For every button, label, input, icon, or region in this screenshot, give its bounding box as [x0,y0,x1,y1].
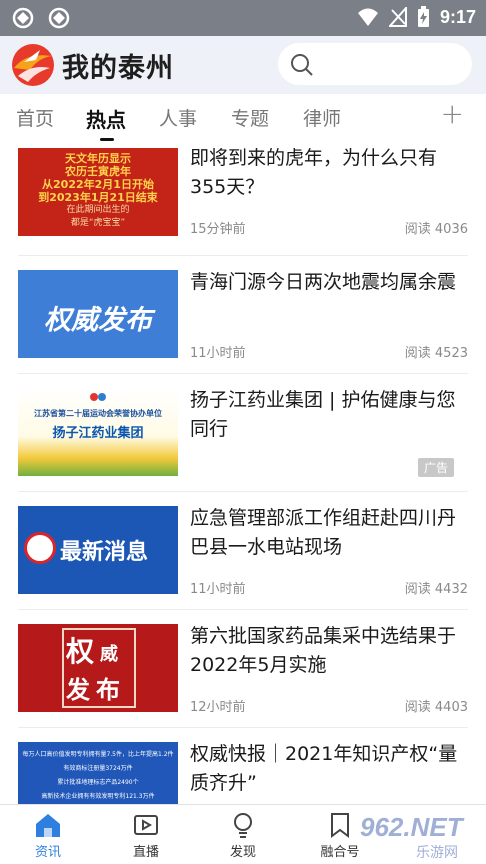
news-item[interactable]: 每万人口高价值发明专利拥有量7.5件，比上年提高1.2件 有效商标注册量3724… [18,728,468,804]
battery-charging-icon [417,6,429,27]
news-item[interactable]: 最新消息 应急管理部派工作组赶赴四川丹巴县一水电站现场 11小时前 阅读 443… [18,492,468,610]
nav-live-label: 直播 [132,845,159,860]
tab-topics[interactable]: 专题 [231,104,269,131]
news-thumbnail: 江苏省第二十届运动会荣誉协办单位 扬子江药业集团 [18,388,178,476]
news-thumbnail: 权威发布 [18,270,178,358]
active-tab-indicator [100,138,114,141]
news-time: 12小时前 [190,700,246,715]
category-tabs: 首页 热点 人事 专题 律师 + [0,94,486,144]
news-read-count: 阅读 4036 [404,222,468,237]
news-item[interactable]: 权威发布 青海门源今日两次地震均属余震 11小时前 阅读 4523 [18,256,468,374]
news-item[interactable]: 权 威 发 布 第六批国家药品集采中选结果于2022年5月实施 12小时前 阅读… [18,610,468,728]
lightbulb-icon [234,813,252,838]
search-icon [291,54,313,76]
play-icon [134,815,158,835]
news-item[interactable]: 天文年历显示 农历壬寅虎年 从2022年2月1日开始 到2023年1月21日结束… [18,144,468,256]
news-title: 扬子江药业集团 | 护佑健康与您同行 [190,389,456,440]
status-time: 9:17 [439,6,476,27]
news-title: 应急管理部派工作组赶赴四川丹巴县一水电站现场 [190,507,457,558]
vpn-icon [48,7,70,29]
news-feed: 天文年历显示 农历壬寅虎年 从2022年2月1日开始 到2023年1月21日结束… [0,144,486,804]
nav-discover[interactable]: 发现 [213,811,273,860]
news-time: 11小时前 [190,346,246,361]
news-read-count: 阅读 4523 [404,346,468,361]
news-title: 权威快报｜2021年知识产权“量质齐升” [190,743,458,794]
news-read-count: 阅读 4403 [404,700,468,715]
news-title: 第六批国家药品集采中选结果于2022年5月实施 [190,625,457,676]
bookmark-icon [331,813,349,838]
news-thumbnail: 权 威 发 布 [18,624,178,712]
add-tab-icon[interactable]: + [441,100,464,128]
nav-discover-label: 发现 [229,845,256,860]
tab-home[interactable]: 首页 [16,104,54,131]
news-emblem-icon [24,532,56,564]
status-bar: 9:17 [0,0,486,36]
games-logo-icon [90,393,106,401]
tab-personnel[interactable]: 人事 [159,104,197,131]
no-signal-icon [388,7,407,27]
nav-live[interactable]: 直播 [116,811,176,860]
news-thumbnail: 最新消息 [18,506,178,594]
news-time: 11小时前 [190,582,246,597]
wifi-icon [357,8,378,26]
tab-hot[interactable]: 热点 [86,104,126,133]
ad-badge: 广告 [417,458,454,477]
news-time: 15分钟前 [190,222,246,237]
news-thumbnail: 天文年历显示 农历壬寅虎年 从2022年2月1日开始 到2023年1月21日结束… [18,148,178,236]
home-icon [36,814,60,837]
vpn-icon [12,7,34,29]
app-title: 我的泰州 [62,52,174,84]
nav-news[interactable]: 资讯 [18,811,78,860]
app-header: 我的泰州 [0,36,486,94]
news-title: 即将到来的虎年，为什么只有355天？ [190,147,438,198]
news-title: 青海门源今日两次地震均属余震 [190,271,457,293]
taizhou-logo-icon [12,44,54,86]
site-watermark: 962.NET 乐游网 [360,812,463,861]
news-item-ad[interactable]: 江苏省第二十届运动会荣誉协办单位 扬子江药业集团 扬子江药业集团 | 护佑健康与… [18,374,468,492]
nav-news-label: 资讯 [34,845,61,860]
news-read-count: 阅读 4432 [404,582,468,597]
app-logo[interactable]: 我的泰州 [10,42,174,88]
news-thumbnail: 每万人口高价值发明专利拥有量7.5件，比上年提高1.2件 有效商标注册量3724… [18,742,178,804]
search-box[interactable] [278,43,472,85]
tab-lawyer[interactable]: 律师 [303,104,341,131]
